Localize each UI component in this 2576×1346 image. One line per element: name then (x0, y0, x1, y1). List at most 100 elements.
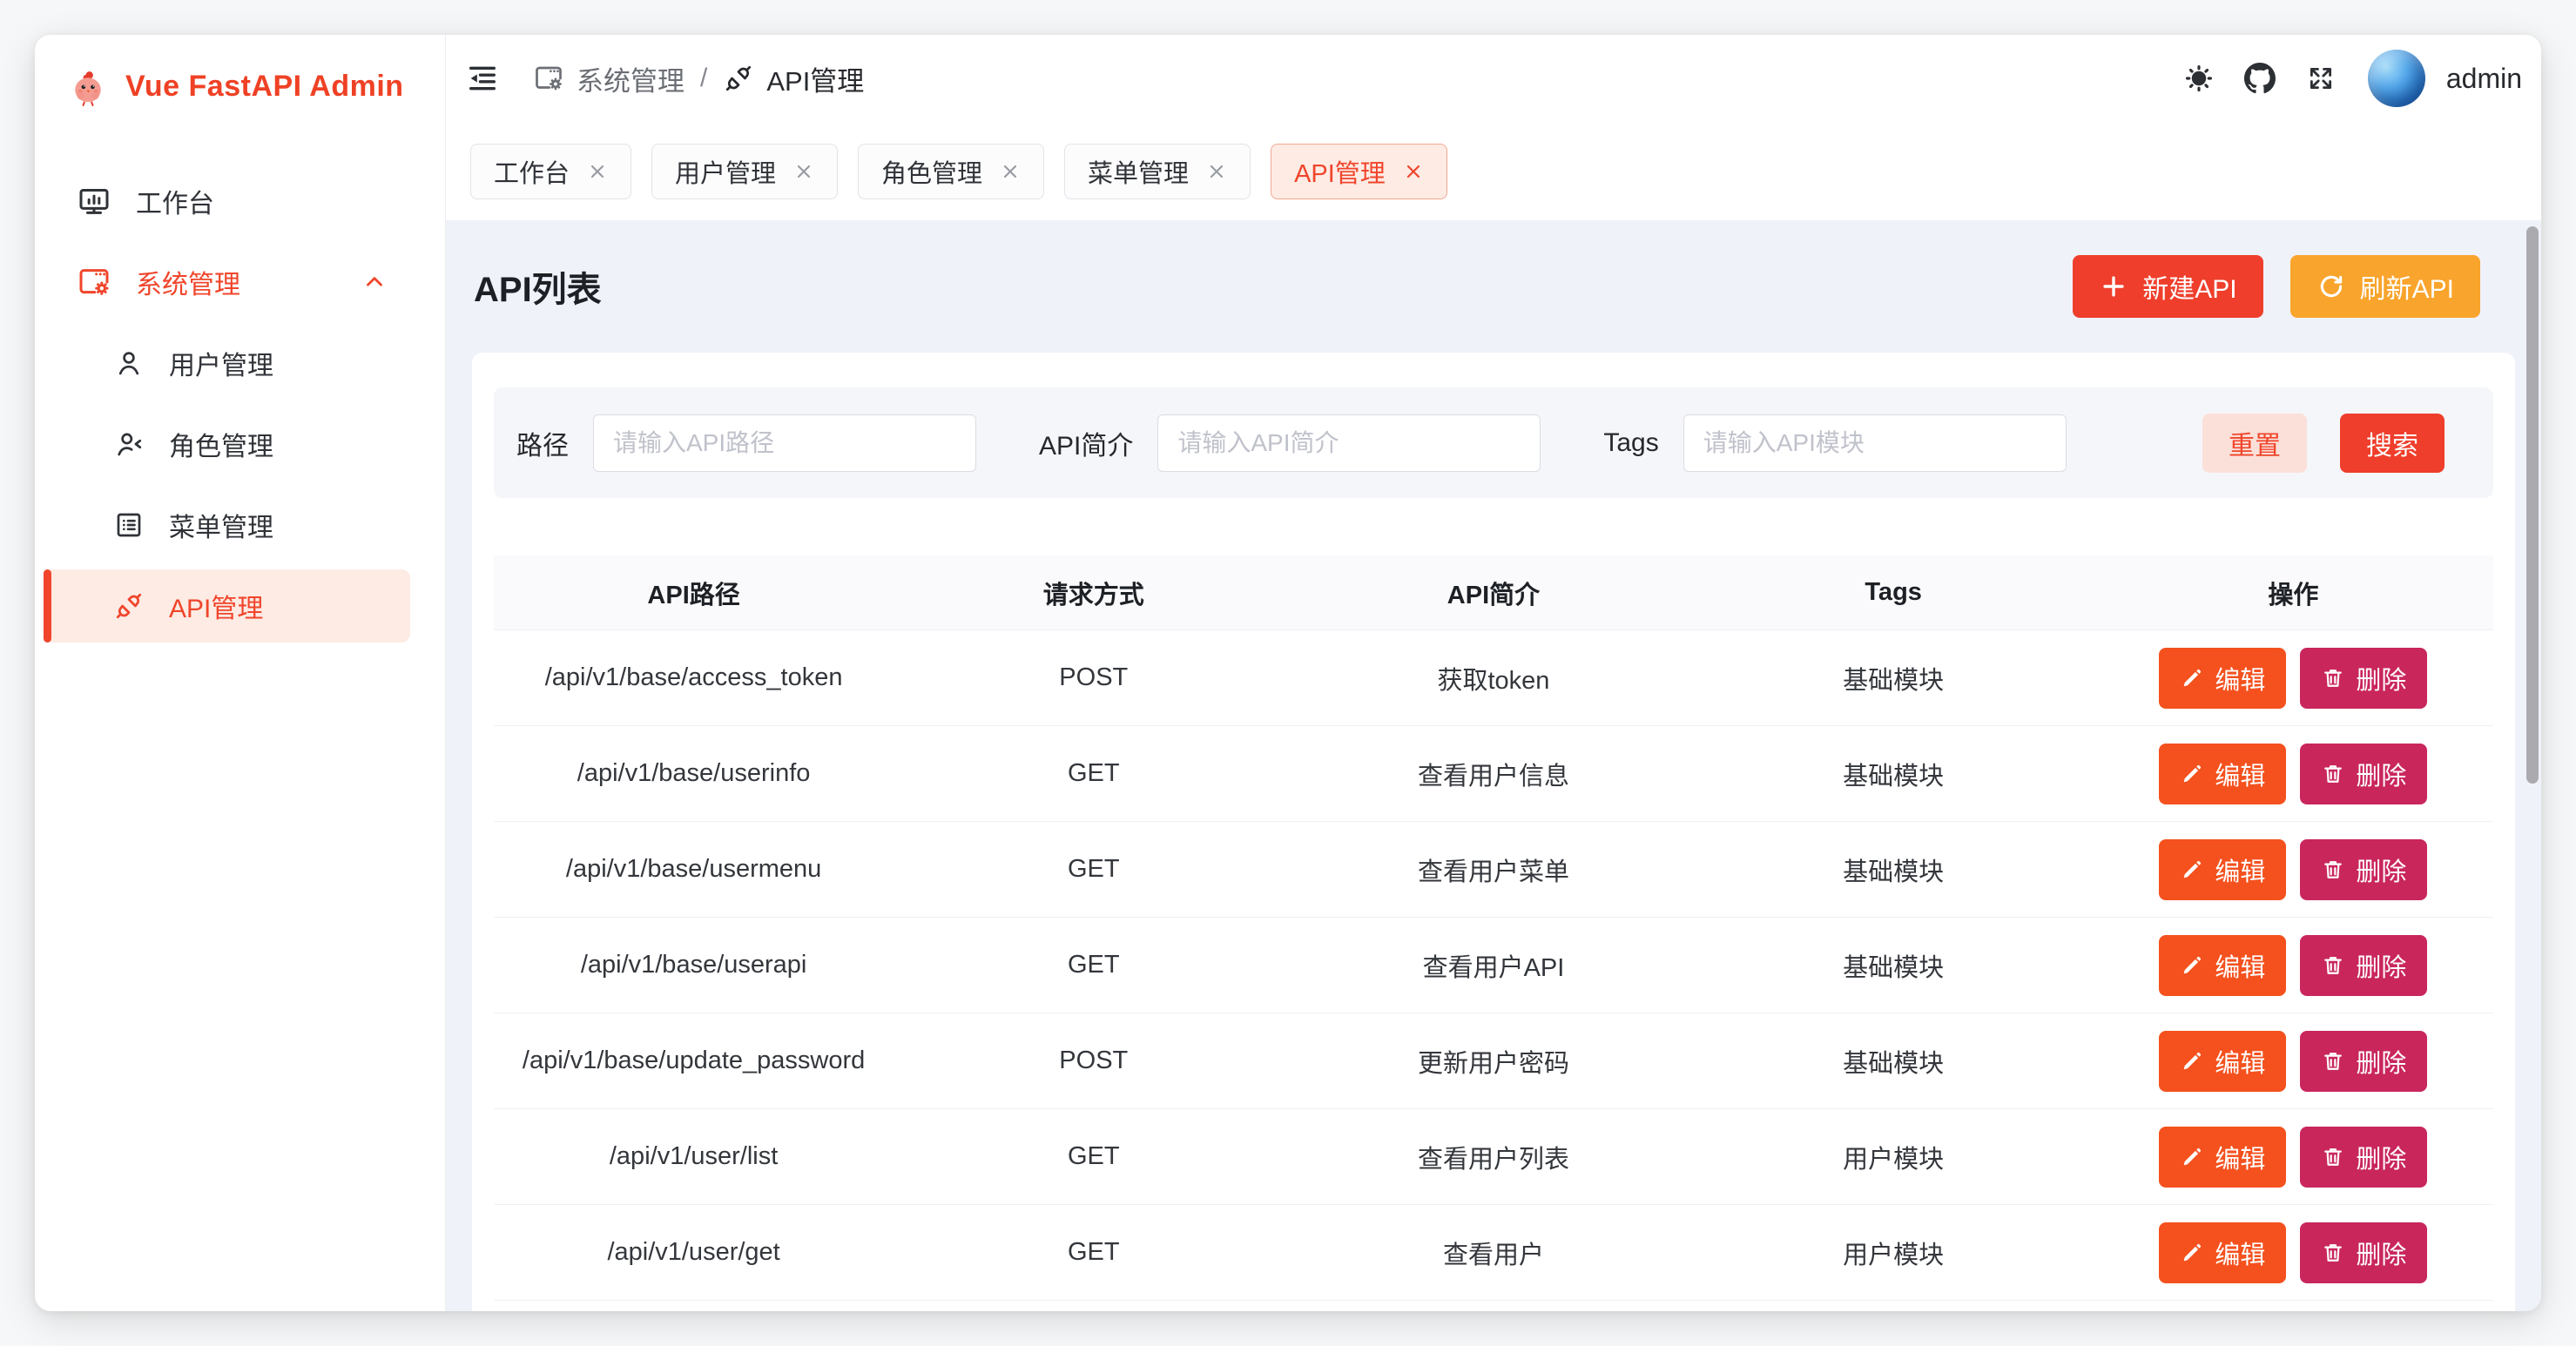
table-row: /api/v1/base/userapi GET 查看用户API 基础模块 编辑 (494, 918, 2493, 1013)
close-icon[interactable] (793, 161, 814, 182)
refresh-icon (2316, 272, 2346, 301)
page-head: API列表 新建API 刷新API (446, 220, 2541, 353)
table-header: API路径 请求方式 API简介 Tags 操作 (494, 555, 2493, 630)
delete-button[interactable]: 删除 (2300, 1222, 2427, 1283)
sidebar: Vue FastAPI Admin 工作台 系统管理 用户管理 角色管理 (35, 35, 446, 1311)
vertical-scrollbar[interactable] (2526, 226, 2539, 784)
col-tags: Tags (1694, 578, 2094, 607)
pencil-icon (2180, 858, 2204, 882)
trash-icon (2321, 858, 2345, 882)
trash-icon (2321, 1241, 2345, 1265)
delete-button[interactable]: 删除 (2300, 1031, 2427, 1092)
tab-api-manage[interactable]: API管理 (1271, 144, 1447, 199)
breadcrumb-item-system[interactable]: 系统管理 (533, 59, 684, 98)
app-window: Vue FastAPI Admin 工作台 系统管理 用户管理 角色管理 (35, 35, 2541, 1311)
close-icon[interactable] (1000, 161, 1021, 182)
chick-logo-icon (64, 60, 111, 112)
chevron-up-icon (361, 269, 388, 295)
edit-button[interactable]: 编辑 (2159, 648, 2286, 709)
api-list-card: 路径 API简介 Tags 重置 搜索 (472, 353, 2515, 1311)
reset-button[interactable]: 重置 (2202, 414, 2307, 473)
col-summary: API简介 (1293, 575, 1693, 611)
fullscreen-icon[interactable] (2296, 54, 2345, 103)
avatar[interactable] (2368, 50, 2425, 107)
delete-button[interactable]: 删除 (2300, 935, 2427, 996)
main-area: 系统管理 / API管理 admin (446, 35, 2541, 1311)
table-row: /api/v1/base/update_password POST 更新用户密码… (494, 1013, 2493, 1109)
table-row: /api/v1/user/list GET 查看用户列表 用户模块 编辑 删除 (494, 1109, 2493, 1205)
summary-label: API简介 (1039, 424, 1133, 462)
trash-icon (2321, 1049, 2345, 1073)
filter-bar: 路径 API简介 Tags 重置 搜索 (494, 387, 2493, 498)
trash-icon (2321, 666, 2345, 690)
sidebar-item-workbench[interactable]: 工作台 (44, 165, 410, 238)
table-row: /api/v1/user/get GET 查看用户 用户模块 编辑 删除 (494, 1205, 2493, 1301)
topbar-actions: admin (2175, 50, 2522, 107)
tags-input[interactable] (1683, 414, 2067, 472)
tags-label: Tags (1603, 428, 1658, 458)
user-icon (113, 347, 145, 379)
create-api-button[interactable]: 新建API (2073, 255, 2262, 318)
pencil-icon (2180, 1241, 2204, 1265)
sidebar-item-user-manage[interactable]: 用户管理 (44, 326, 410, 400)
content: API列表 新建API 刷新API 路径 (446, 220, 2541, 1311)
username[interactable]: admin (2446, 63, 2522, 95)
col-actions: 操作 (2094, 575, 2493, 611)
trash-icon (2321, 953, 2345, 978)
role-icon (113, 428, 145, 460)
pencil-icon (2180, 666, 2204, 690)
system-manage-icon (77, 265, 111, 299)
edit-button[interactable]: 编辑 (2159, 839, 2286, 900)
tab-workbench[interactable]: 工作台 (470, 144, 631, 199)
api-plug-icon (113, 590, 145, 622)
brand-title: Vue FastAPI Admin (125, 70, 404, 104)
tab-role-manage[interactable]: 角色管理 (858, 144, 1044, 199)
sidebar-item-role-manage[interactable]: 角色管理 (44, 407, 410, 481)
table-row: /api/v1/base/usermenu GET 查看用户菜单 基础模块 编辑 (494, 822, 2493, 918)
breadcrumb: 系统管理 / API管理 (533, 59, 864, 98)
delete-button[interactable]: 删除 (2300, 1127, 2427, 1188)
edit-button[interactable]: 编辑 (2159, 1222, 2286, 1283)
github-icon[interactable] (2235, 54, 2284, 103)
workbench-icon (77, 184, 111, 219)
pencil-icon (2180, 953, 2204, 978)
pencil-icon (2180, 1145, 2204, 1169)
tab-user-manage[interactable]: 用户管理 (651, 144, 838, 199)
sidebar-item-menu-manage[interactable]: 菜单管理 (44, 488, 410, 562)
edit-button[interactable]: 编辑 (2159, 1127, 2286, 1188)
delete-button[interactable]: 删除 (2300, 648, 2427, 709)
close-icon[interactable] (1403, 161, 1424, 182)
pencil-icon (2180, 1049, 2204, 1073)
trash-icon (2321, 762, 2345, 786)
sidebar-item-label: 用户管理 (169, 344, 273, 382)
col-path: API路径 (494, 575, 894, 611)
breadcrumb-item-api[interactable]: API管理 (723, 59, 864, 98)
delete-button[interactable]: 删除 (2300, 839, 2427, 900)
close-icon[interactable] (1206, 161, 1227, 182)
summary-input[interactable] (1157, 414, 1541, 472)
menu-list-icon (113, 509, 145, 541)
api-table: API路径 请求方式 API简介 Tags 操作 /api/v1/base/ac… (494, 555, 2493, 1301)
edit-button[interactable]: 编辑 (2159, 935, 2286, 996)
collapse-sidebar-icon[interactable] (458, 54, 507, 103)
breadcrumb-separator: / (700, 64, 707, 93)
theme-toggle-sun-icon[interactable] (2175, 54, 2223, 103)
edit-button[interactable]: 编辑 (2159, 744, 2286, 804)
refresh-api-button[interactable]: 刷新API (2290, 255, 2480, 318)
plus-icon (2099, 272, 2128, 301)
table-row: /api/v1/base/userinfo GET 查看用户信息 基础模块 编辑 (494, 726, 2493, 822)
search-button[interactable]: 搜索 (2340, 414, 2445, 473)
tab-menu-manage[interactable]: 菜单管理 (1064, 144, 1251, 199)
sidebar-item-label: 菜单管理 (169, 506, 273, 544)
edit-button[interactable]: 编辑 (2159, 1031, 2286, 1092)
pencil-icon (2180, 762, 2204, 786)
sidebar-item-label: API管理 (169, 587, 263, 625)
sidebar-item-system-manage[interactable]: 系统管理 (44, 246, 410, 319)
path-input[interactable] (593, 414, 976, 472)
brand-logo: Vue FastAPI Admin (35, 35, 445, 138)
close-icon[interactable] (587, 161, 608, 182)
tabbar: 工作台 用户管理 角色管理 菜单管理 API管理 (446, 122, 2541, 220)
trash-icon (2321, 1145, 2345, 1169)
delete-button[interactable]: 删除 (2300, 744, 2427, 804)
sidebar-item-api-manage[interactable]: API管理 (44, 569, 410, 643)
